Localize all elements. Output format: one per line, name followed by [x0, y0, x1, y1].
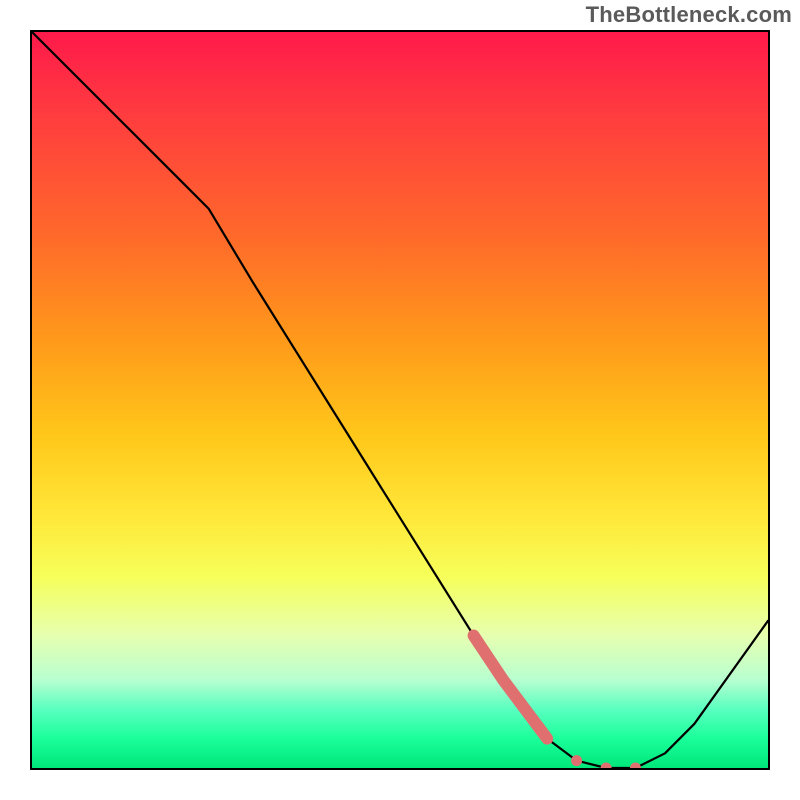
highlight-dot [630, 763, 641, 769]
highlight-dot [601, 763, 612, 769]
highlight-dots-group [571, 755, 641, 768]
curve-svg [32, 32, 768, 768]
highlight-thick-path [474, 636, 548, 739]
highlight-dot [571, 755, 582, 766]
chart-stage: TheBottleneck.com [0, 0, 800, 800]
watermark-text: TheBottleneck.com [586, 2, 792, 28]
plot-area [30, 30, 770, 770]
bottleneck-curve-path [32, 32, 768, 768]
